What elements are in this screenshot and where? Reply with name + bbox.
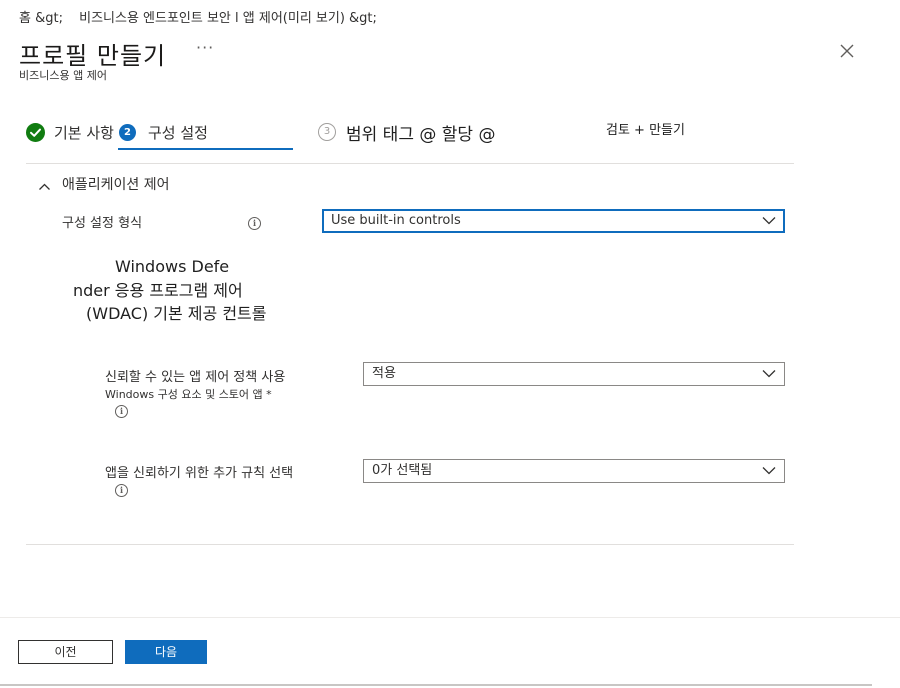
additional-rules-dropdown[interactable]: 0가 선택됨 (363, 459, 785, 483)
info-icon[interactable]: i (248, 217, 261, 230)
wdac-heading-line1: Windows Defe (115, 257, 230, 276)
format-dropdown[interactable]: Use built-in controls (322, 209, 785, 233)
breadcrumb-home-link[interactable]: 홈 &gt; (19, 11, 63, 26)
page-subtitle: 비즈니스용 앱 제어 (19, 69, 107, 82)
info-icon[interactable]: i (115, 484, 128, 497)
format-label: 구성 설정 형식 (62, 216, 143, 231)
breadcrumb-path-link[interactable]: 비즈니스용 엔드포인트 보안 l 앱 제어(미리 보기) &gt; (79, 11, 377, 26)
previous-button[interactable]: 이전 (18, 640, 113, 664)
trusted-policy-dropdown[interactable]: 적용 (363, 362, 785, 386)
additional-rules-dropdown-value: 0가 선택됨 (372, 463, 433, 478)
trusted-policy-label: 신뢰할 수 있는 앱 제어 정책 사용 (105, 370, 286, 385)
step-completed-check-icon (26, 123, 45, 142)
trusted-policy-dropdown-value: 적용 (372, 366, 396, 381)
format-dropdown-value: Use built-in controls (331, 213, 461, 228)
additional-rules-label: 앱을 신뢰하기 위한 추가 규칙 선택 (105, 466, 294, 481)
info-icon[interactable]: i (115, 405, 128, 418)
active-step-indicator (118, 148, 293, 150)
chevron-up-icon[interactable] (38, 177, 51, 190)
chevron-down-icon (762, 467, 776, 475)
step-2-number-badge: 2 (119, 124, 136, 141)
wdac-heading-line3: (WDAC) 기본 제공 컨트롤 (86, 304, 267, 323)
breadcrumb: 홈 &gt; 비즈니스용 엔드포인트 보안 l 앱 제어(미리 보기) &gt; (19, 7, 377, 26)
step-configuration-tab[interactable]: 구성 설정 (148, 122, 208, 143)
trusted-policy-sublabel: Windows 구성 요소 및 스토어 앱 * (105, 388, 272, 401)
page-title: 프로필 만들기 (19, 42, 167, 70)
section-title-app-control[interactable]: 애플리케이션 제어 (62, 174, 170, 194)
divider (26, 163, 794, 164)
wdac-heading-line2: nder 응용 프로그램 제어 (73, 281, 243, 300)
window-bottom-edge (0, 684, 872, 686)
chevron-down-icon (762, 370, 776, 378)
close-icon[interactable] (836, 40, 858, 62)
divider (26, 544, 794, 545)
step-basics-tab[interactable]: 기본 사항 (54, 122, 114, 143)
next-button[interactable]: 다음 (125, 640, 207, 664)
footer-divider (0, 617, 900, 618)
step-3-number-badge: 3 (318, 123, 336, 141)
step-scope-assign-tab[interactable]: 범위 태그 @ 할당 @ (346, 120, 495, 145)
chevron-down-icon (762, 217, 776, 225)
step-review-create-tab[interactable]: 검토 + 만들기 (606, 119, 685, 138)
more-options-button[interactable]: ··· (196, 38, 214, 57)
